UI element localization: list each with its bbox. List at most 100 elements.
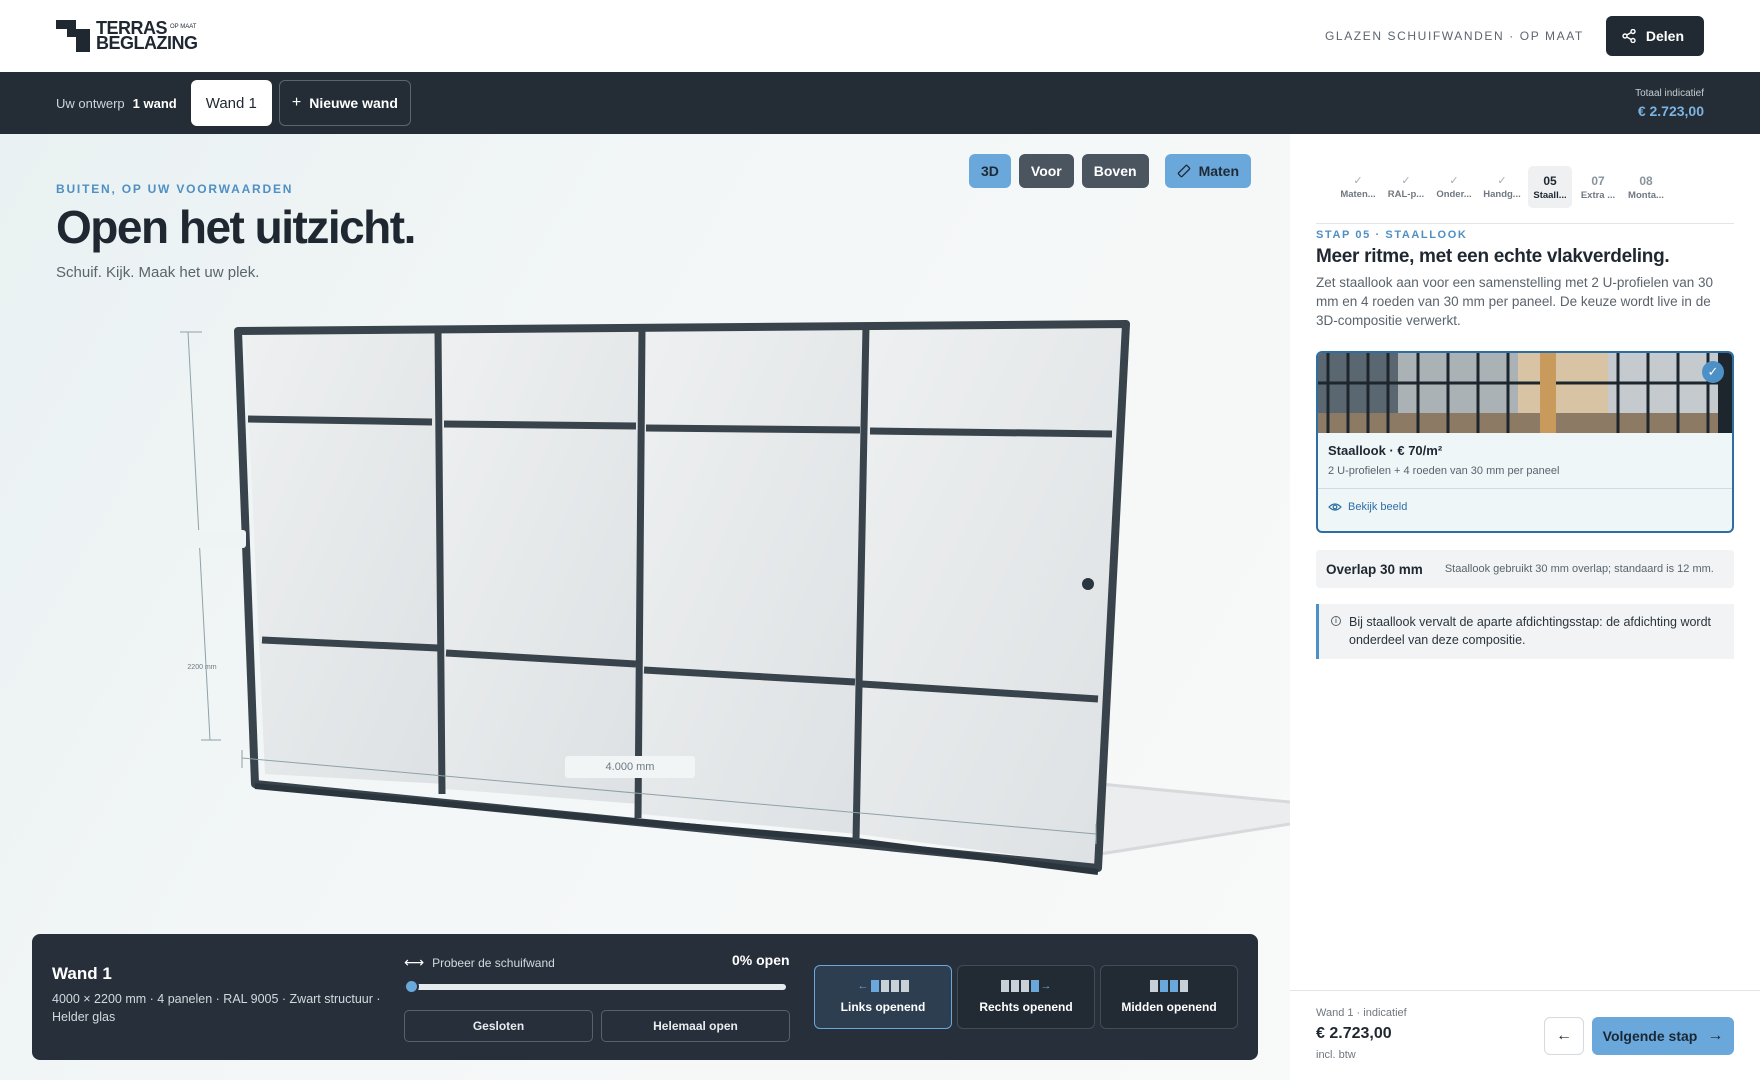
- glass-panel-2: [438, 330, 642, 804]
- brand-logo[interactable]: TERRAS OP MAAT BEGLAZING: [56, 19, 198, 53]
- sidebar-footer: Wand 1 · indicatief € 2.723,00 incl. btw…: [1290, 990, 1760, 1080]
- step-label: Extra ...: [1580, 189, 1616, 201]
- share-button[interactable]: Delen: [1605, 16, 1704, 56]
- wall-control-panel: Wand 1 4000 × 2200 mm · 4 panelen · RAL …: [32, 934, 1258, 1060]
- step-1[interactable]: ✓ Maten...: [1336, 166, 1380, 208]
- staallook-option-card[interactable]: ✓ Staallook · € 70/m² 2 U-profielen + 4 …: [1316, 351, 1734, 533]
- view-switcher: 3D Voor Boven Maten: [969, 154, 1252, 188]
- step-4[interactable]: ✓ Handg...: [1480, 166, 1524, 208]
- info-icon: i: [1331, 616, 1341, 626]
- step-2[interactable]: ✓ RAL-p...: [1384, 166, 1428, 208]
- back-button[interactable]: ←: [1544, 1017, 1584, 1055]
- arrow-right-icon: →: [1707, 1027, 1724, 1044]
- open-percentage: 0% open: [732, 952, 790, 968]
- wall-title: Wand 1: [52, 964, 112, 983]
- height-dimension-label: 2200 mm: [187, 664, 217, 671]
- mode-right-opening[interactable]: → Rechts openend: [957, 965, 1095, 1029]
- center-opening-icon: [1150, 980, 1188, 992]
- mode-left-opening[interactable]: ← Links openend: [814, 965, 952, 1029]
- configurator-canvas[interactable]: 2200 mm 4.000 mm BUITEN, OP UW VOORWAARD…: [0, 134, 1290, 1080]
- view-top-button[interactable]: Boven: [1081, 154, 1149, 188]
- closed-button[interactable]: Gesloten: [404, 1010, 593, 1042]
- header-tagline: GLAZEN SCHUIFWANDEN · OP MAAT: [1325, 29, 1584, 43]
- step-number: 08: [1639, 173, 1653, 188]
- info-note: i Bij staallook vervalt de aparte afdich…: [1316, 604, 1734, 659]
- card-divider: [1318, 488, 1732, 489]
- total-value: € 2.723,00: [1637, 102, 1704, 119]
- step-navigator: ✓ Maten... ✓ RAL-p... ✓ Onder... ✓ Handg... 05 St…: [1336, 166, 1668, 208]
- overlap-text: Staallook gebruikt 30 mm overlap; standa…: [1444, 563, 1714, 575]
- design-bar: Uw ontwerp 1 wand Wand 1 + Nieuwe wand T…: [0, 72, 1760, 134]
- config-sidebar: ✓ Maten... ✓ RAL-p... ✓ Onder... ✓ Handg... 05 St…: [1290, 134, 1760, 1080]
- wall-specs: 4000 × 2200 mm · 4 panelen · RAL 9005 · …: [52, 992, 381, 1024]
- mode-right-label: Rechts openend: [979, 1000, 1073, 1014]
- next-step-label: Volgende stap: [1602, 1028, 1698, 1044]
- option-subtitle: 2 U-profielen + 4 roeden van 30 mm per p…: [1328, 465, 1560, 477]
- step-check-icon: ✓: [1449, 174, 1459, 187]
- info-note-text: Bij staallook vervalt de aparte afdichti…: [1349, 615, 1712, 647]
- step-check-icon: ✓: [1401, 174, 1411, 187]
- measurements-label: Maten: [1198, 163, 1240, 179]
- open-slider-track[interactable]: [404, 984, 786, 990]
- measurements-button[interactable]: Maten: [1164, 154, 1252, 188]
- horizontal-arrows-icon: ⟷: [404, 954, 425, 970]
- logo-wordmark: TERRAS OP MAAT BEGLAZING: [96, 19, 198, 53]
- view-image-link[interactable]: Bekijk beeld: [1328, 501, 1407, 513]
- plus-icon: +: [291, 94, 302, 111]
- step-number: 05: [1543, 173, 1557, 188]
- step-label: Monta...: [1628, 189, 1664, 201]
- step-check-icon: ✓: [1497, 174, 1507, 187]
- step-check-icon: ✓: [1353, 174, 1363, 187]
- view-image-label: Bekijk beeld: [1348, 501, 1408, 513]
- logo-tagline: OP MAAT: [170, 24, 197, 30]
- hero-title: Open het uitzicht.: [56, 201, 416, 253]
- total-label: Totaal indicatief: [1635, 87, 1704, 99]
- footer-vat: incl. btw: [1316, 1049, 1356, 1061]
- option-title: Staallook · € 70/m²: [1328, 443, 1443, 458]
- step-label: Onder...: [1436, 188, 1472, 200]
- staallook-photo: [1318, 353, 1732, 433]
- design-count: 1 wand: [132, 95, 177, 111]
- hero-subtitle: Schuif. Kijk. Maak het uw plek.: [56, 264, 260, 281]
- tab-wand-1[interactable]: Wand 1: [190, 80, 272, 126]
- canvas-eyebrow: BUITEN, OP UW VOORWAARDEN: [56, 182, 294, 196]
- top-header: TERRAS OP MAAT BEGLAZING GLAZEN SCHUIFWAN…: [0, 0, 1760, 72]
- step-3[interactable]: ✓ Onder...: [1432, 166, 1476, 208]
- next-step-button[interactable]: Volgende stap →: [1592, 1017, 1734, 1055]
- mode-center-opening[interactable]: Midden openend: [1100, 965, 1238, 1029]
- total-summary: Totaal indicatief € 2.723,00: [1635, 88, 1704, 119]
- view-front-button[interactable]: Voor: [1018, 154, 1074, 188]
- step-7[interactable]: 08 Monta...: [1624, 166, 1668, 208]
- footer-price: € 2.723,00: [1316, 1025, 1392, 1042]
- view-3d-button[interactable]: 3D: [969, 154, 1011, 188]
- step-label: RAL-p...: [1387, 188, 1425, 200]
- selected-check-icon: ✓: [1702, 361, 1724, 383]
- step-title: Meer ritme, met een echte vlakverdeling.: [1316, 246, 1670, 267]
- share-icon: [1622, 29, 1636, 43]
- mode-left-label: Links openend: [840, 1000, 926, 1014]
- step-description: Zet staallook aan voor een samenstelling…: [1316, 275, 1713, 328]
- open-slider-handle[interactable]: [404, 979, 419, 994]
- try-label-text: Probeer de schuifwand: [432, 955, 555, 970]
- steps-divider: [1316, 223, 1734, 224]
- logo-line-2: BEGLAZING: [96, 33, 198, 53]
- footer-label: Wand 1 · indicatief: [1316, 1007, 1407, 1019]
- glass-panel-1: [245, 331, 445, 784]
- step-label: Maten...: [1340, 188, 1376, 200]
- step-label: Staall...: [1533, 189, 1567, 201]
- step-eyebrow: STAP 05 · STAALLOOK: [1316, 229, 1468, 241]
- step-number: 07: [1591, 173, 1605, 188]
- step-5[interactable]: 05 Staall...: [1528, 166, 1572, 208]
- new-wall-button[interactable]: + Nieuwe wand: [278, 80, 411, 126]
- step-6[interactable]: 07 Extra ...: [1576, 166, 1620, 208]
- overlap-title: Overlap 30 mm: [1326, 561, 1423, 577]
- logo-mark-icon: [56, 20, 90, 52]
- try-slider-label: ⟷ Probeer de schuifwand: [404, 954, 555, 971]
- width-dimension-label: 4.000 mm: [605, 761, 655, 773]
- eye-icon: [1328, 503, 1342, 511]
- ruler-icon: [1177, 164, 1190, 178]
- design-label: Uw ontwerp: [56, 95, 125, 111]
- new-wall-label: Nieuwe wand: [309, 95, 398, 111]
- fully-open-button[interactable]: Helemaal open: [601, 1010, 790, 1042]
- mode-center-label: Midden openend: [1121, 1000, 1217, 1014]
